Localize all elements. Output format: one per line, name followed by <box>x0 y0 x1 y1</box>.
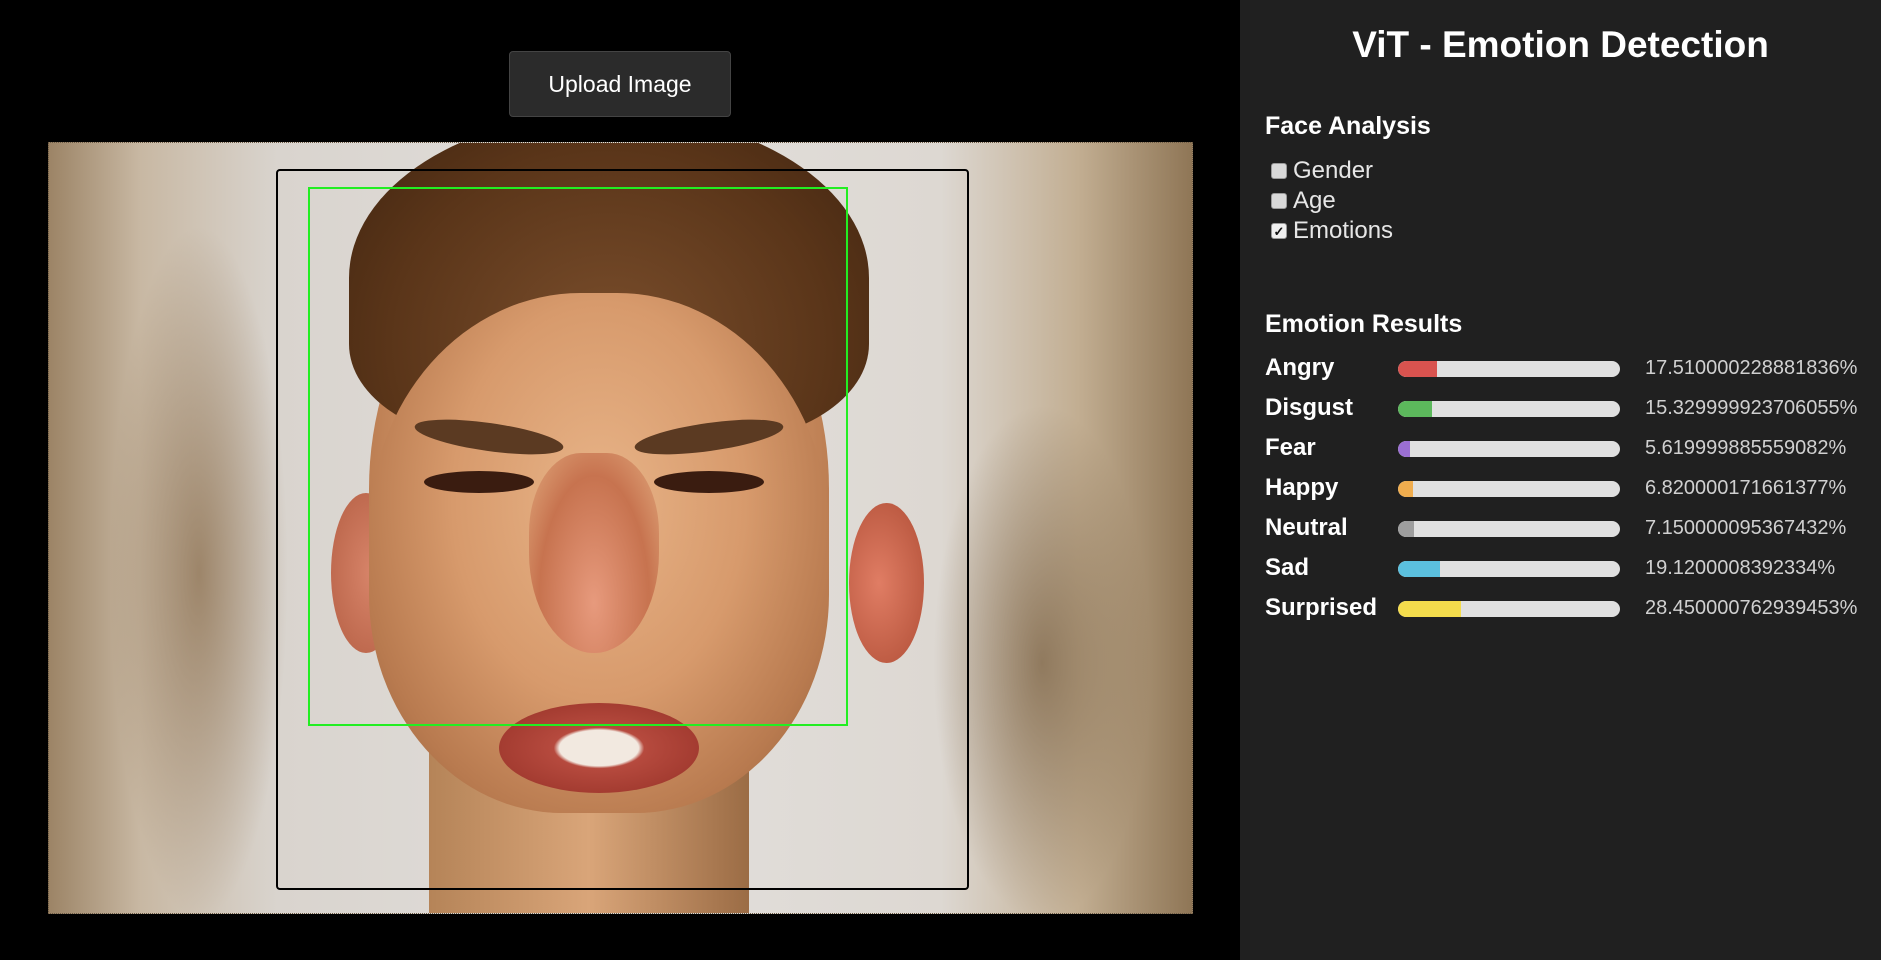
emotion-bar-fill <box>1398 441 1411 457</box>
emotion-label: Disgust <box>1265 394 1354 421</box>
emotion-bar-fill <box>1398 601 1462 617</box>
upload-image-button[interactable]: Upload Image <box>509 51 731 117</box>
gender-checkbox[interactable] <box>1271 163 1287 179</box>
emotion-row-surprised: Surprised 28.450000762939453% <box>1265 593 1865 623</box>
emotion-bar-fill <box>1398 401 1433 417</box>
emotion-bar-fill <box>1398 361 1437 377</box>
age-checkbox-label[interactable]: Age <box>1293 187 1336 215</box>
emotion-bar-track <box>1398 441 1620 457</box>
app-window: Upload Image ViT - Emotion Detection Fac… <box>0 0 1881 960</box>
face-analysis-heading: Face Analysis <box>1265 112 1431 140</box>
emotion-percent: 28.450000762939453% <box>1645 597 1858 619</box>
emotion-bar-track <box>1398 521 1620 537</box>
emotion-results-heading: Emotion Results <box>1265 310 1463 338</box>
emotion-percent: 5.619999885559082% <box>1645 437 1847 459</box>
emotion-label: Neutral <box>1265 514 1348 541</box>
emotion-bar-track <box>1398 401 1620 417</box>
emotion-percent: 7.150000095367432% <box>1645 517 1847 539</box>
emotion-bar-fill <box>1398 521 1414 537</box>
emotion-bar-track <box>1398 481 1620 497</box>
emotions-checkbox-label[interactable]: Emotions <box>1293 217 1393 245</box>
uploaded-image <box>48 142 1193 914</box>
emotion-row-sad: Sad 19.1200008392334% <box>1265 553 1865 583</box>
emotion-bar-track <box>1398 601 1620 617</box>
emotion-row-fear: Fear 5.619999885559082% <box>1265 433 1865 463</box>
emotion-row-happy: Happy 6.820000171661377% <box>1265 473 1865 503</box>
emotion-row-neutral: Neutral 7.150000095367432% <box>1265 513 1865 543</box>
age-checkbox-row[interactable]: Age <box>1271 187 1336 215</box>
face-detection-box <box>308 187 848 726</box>
background-blur-left <box>109 223 289 913</box>
gender-checkbox-label[interactable]: Gender <box>1293 157 1373 185</box>
emotion-bar-fill <box>1398 561 1441 577</box>
emotion-bar-track <box>1398 361 1620 377</box>
emotion-row-disgust: Disgust 15.329999923706055% <box>1265 393 1865 423</box>
emotion-label: Angry <box>1265 354 1335 381</box>
emotion-percent: 17.510000228881836% <box>1645 357 1858 379</box>
emotion-label: Fear <box>1265 434 1316 461</box>
emotions-checkbox[interactable]: ✓ <box>1271 223 1287 239</box>
age-checkbox[interactable] <box>1271 193 1287 209</box>
emotion-percent: 15.329999923706055% <box>1645 397 1858 419</box>
emotion-bar-fill <box>1398 481 1414 497</box>
emotion-bar-track <box>1398 561 1620 577</box>
emotion-row-angry: Angry 17.510000228881836% <box>1265 353 1865 383</box>
analysis-panel: ViT - Emotion Detection Face Analysis Ge… <box>1240 0 1881 960</box>
image-pane: Upload Image <box>0 0 1240 960</box>
emotion-label: Surprised <box>1265 594 1378 621</box>
emotion-label: Sad <box>1265 554 1310 581</box>
emotion-percent: 19.1200008392334% <box>1645 557 1836 579</box>
app-title: ViT - Emotion Detection <box>1352 24 1769 65</box>
emotion-label: Happy <box>1265 474 1339 501</box>
emotions-checkbox-row[interactable]: ✓ Emotions <box>1271 217 1393 245</box>
emotion-percent: 6.820000171661377% <box>1645 477 1847 499</box>
gender-checkbox-row[interactable]: Gender <box>1271 157 1373 185</box>
